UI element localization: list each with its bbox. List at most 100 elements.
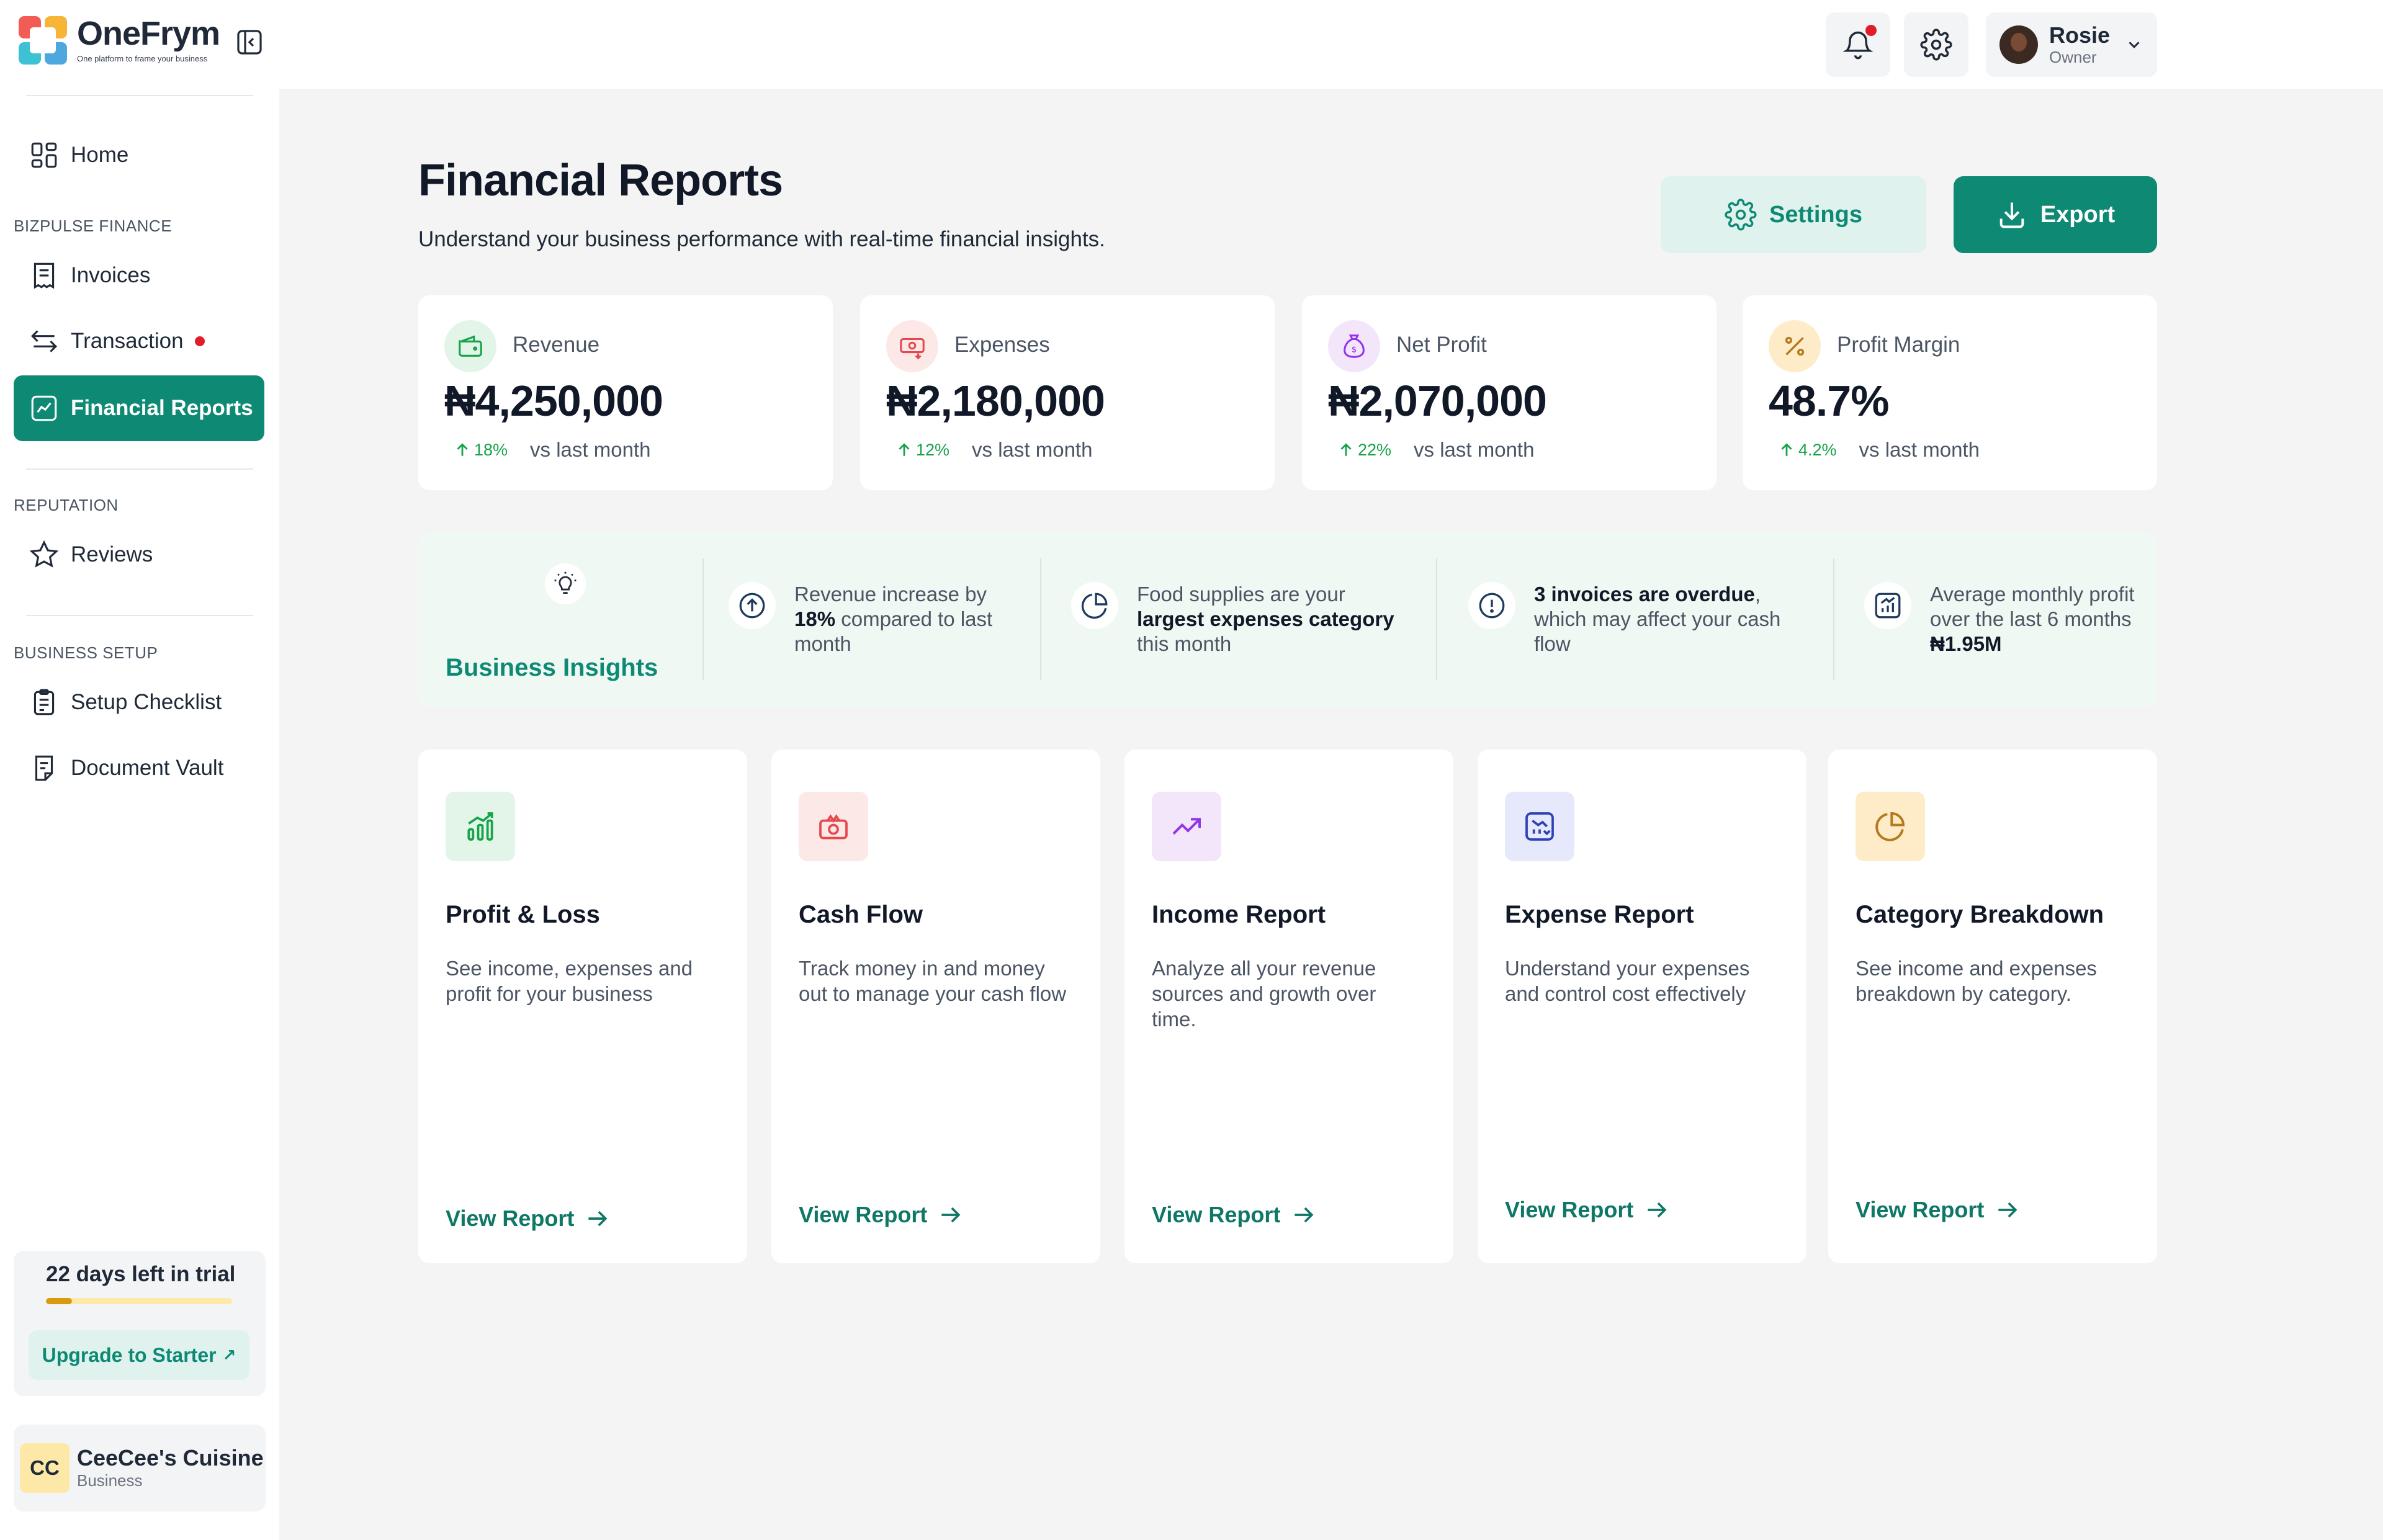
insight-text: Average monthly profit over the last 6 m… [1930, 583, 2135, 655]
view-report-label: View Report [1505, 1197, 1634, 1222]
insight-divider [1833, 558, 1834, 680]
stat-card-net-profit: $ Net Profit ₦2,070,000 22% vs last mont… [1302, 295, 1717, 490]
export-button[interactable]: Export [1954, 176, 2157, 253]
report-card-category-breakdown[interactable]: Category Breakdown See income and expens… [1828, 750, 2157, 1263]
view-report-link[interactable]: View Report [799, 1201, 964, 1229]
insight-text: 3 invoices are overdue, which may affect… [1534, 583, 1781, 655]
stat-change-percent: 4.2% [1798, 440, 1837, 459]
pie-chart-icon [1856, 792, 1925, 861]
view-report-label: View Report [446, 1206, 575, 1231]
report-card-income-report[interactable]: Income Report Analyze all your revenue s… [1124, 750, 1453, 1263]
business-name: CeeCee's Cuisine [77, 1445, 264, 1471]
unread-dot [194, 336, 205, 346]
business-type: Business [77, 1471, 143, 1490]
insight-revenue: Revenue increase by 18% compared to last… [729, 582, 1024, 656]
arrow-right-icon [1295, 1207, 1314, 1223]
user-name: Rosie [2049, 22, 2111, 48]
insight-text: Revenue increase by 18% compared to last… [794, 583, 993, 655]
stat-comparison: vs last month [530, 438, 651, 461]
arrow-up-icon [1781, 443, 1792, 456]
business-initials: CC [20, 1443, 70, 1493]
report-card-profit-loss[interactable]: Profit & Loss See income, expenses and p… [418, 750, 747, 1263]
view-report-link[interactable]: View Report [1856, 1196, 2021, 1224]
user-role: Owner [2049, 48, 2097, 66]
sidebar-section-business-setup: BUSINESS SETUP [14, 643, 158, 662]
sidebar-item-invoices[interactable]: Invoices [14, 243, 264, 308]
document-icon [35, 755, 53, 781]
gear-icon [1920, 29, 1952, 61]
trend-up-icon [1152, 792, 1221, 861]
report-description: Understand your expenses and control cos… [1505, 957, 1750, 1005]
arrow-up-icon [899, 443, 910, 456]
sidebar-item-label: Financial Reports [71, 396, 253, 420]
alert-circle-icon [1468, 582, 1515, 629]
star-icon [29, 540, 59, 568]
percent-icon [1769, 320, 1821, 372]
app-logo[interactable]: OneFrym One platform to frame your busin… [17, 15, 220, 66]
view-report-link[interactable]: View Report [446, 1205, 611, 1232]
sidebar-item-setup-checklist[interactable]: Setup Checklist [14, 669, 264, 735]
stat-change-percent: 18% [474, 440, 508, 459]
stat-change: 22% vs last month [1338, 438, 1534, 462]
upgrade-button[interactable]: Upgrade to Starter ↗ [29, 1330, 249, 1380]
trial-progress-fill [46, 1298, 72, 1304]
report-card-cash-flow[interactable]: Cash Flow Track money in and money out t… [771, 750, 1100, 1263]
notifications-button[interactable] [1826, 12, 1890, 77]
arrow-up-icon [457, 443, 468, 456]
chevron-down-icon [2129, 42, 2140, 48]
stat-comparison: vs last month [1859, 438, 1980, 461]
sidebar-item-financial-reports[interactable]: Financial Reports [14, 375, 264, 441]
stat-label: Revenue [513, 333, 600, 357]
stat-label: Net Profit [1396, 333, 1487, 357]
trial-days-left: 22 days left in trial [46, 1262, 236, 1286]
collapse-sidebar-button[interactable] [235, 27, 264, 57]
sidebar-item-label: Transaction [71, 329, 184, 353]
stat-comparison: vs last month [1414, 438, 1535, 461]
view-report-label: View Report [1856, 1197, 1985, 1222]
sidebar-divider [26, 615, 253, 616]
sidebar-divider [26, 95, 253, 96]
sidebar-item-label: Home [71, 143, 129, 167]
report-description: See income and expenses breakdown by cat… [1856, 957, 2097, 1005]
business-switcher[interactable]: CC CeeCee's Cuisine Business [14, 1425, 266, 1511]
sidebar-item-document-vault[interactable]: Document Vault [14, 735, 264, 801]
stat-change: 18% vs last month [454, 438, 650, 462]
settings-button[interactable]: Settings [1661, 176, 1926, 253]
arrow-right-icon [588, 1211, 608, 1227]
stat-change-percent: 12% [916, 440, 950, 459]
pie-chart-icon [1071, 582, 1118, 629]
insight-food-supplies: Food supplies are your largest expenses … [1071, 582, 1416, 656]
report-chart-icon [31, 395, 57, 421]
stat-card-profit-margin: Profit Margin 48.7% 4.2% vs last month [1743, 295, 2157, 490]
sidebar-item-reviews[interactable]: Reviews [14, 522, 264, 588]
stat-value: ₦4,250,000 [444, 377, 663, 425]
sidebar-item-transaction[interactable]: Transaction [14, 308, 264, 374]
view-report-label: View Report [1152, 1202, 1281, 1227]
insight-divider [1436, 558, 1437, 680]
stat-change: 12% vs last month [896, 438, 1092, 462]
notification-dot [1865, 25, 1877, 36]
report-title: Cash Flow [799, 901, 923, 928]
view-report-link[interactable]: View Report [1505, 1196, 1671, 1224]
user-menu[interactable]: Rosie Owner [1986, 12, 2157, 77]
svg-text:$: $ [1352, 346, 1357, 355]
growth-chart-icon [1864, 582, 1911, 629]
view-report-link[interactable]: View Report [1152, 1201, 1317, 1229]
stat-change: 4.2% vs last month [1779, 438, 1980, 462]
wallet-icon [444, 320, 496, 372]
sidebar-section-finance: BIZPULSE FINANCE [14, 217, 173, 235]
stat-value: ₦2,070,000 [1328, 377, 1547, 425]
upgrade-label: Upgrade to Starter [42, 1343, 217, 1366]
transfer-icon [31, 330, 57, 352]
arrow-right-icon [941, 1207, 961, 1223]
app-tagline: One platform to frame your business [77, 54, 208, 63]
collapse-sidebar-icon [237, 30, 262, 55]
sidebar-item-home[interactable]: Home [14, 122, 264, 188]
stat-card-revenue: Revenue ₦4,250,000 18% vs last month [418, 295, 833, 490]
report-card-expense-report[interactable]: Expense Report Understand your expenses … [1478, 750, 1806, 1263]
settings-top-button[interactable] [1904, 12, 1968, 77]
arrow-right-icon [1998, 1202, 2017, 1218]
grid-icon [31, 142, 57, 168]
page-title: Financial Reports [418, 156, 783, 205]
trial-status-card: 22 days left in trial Upgrade to Starter… [14, 1251, 266, 1396]
